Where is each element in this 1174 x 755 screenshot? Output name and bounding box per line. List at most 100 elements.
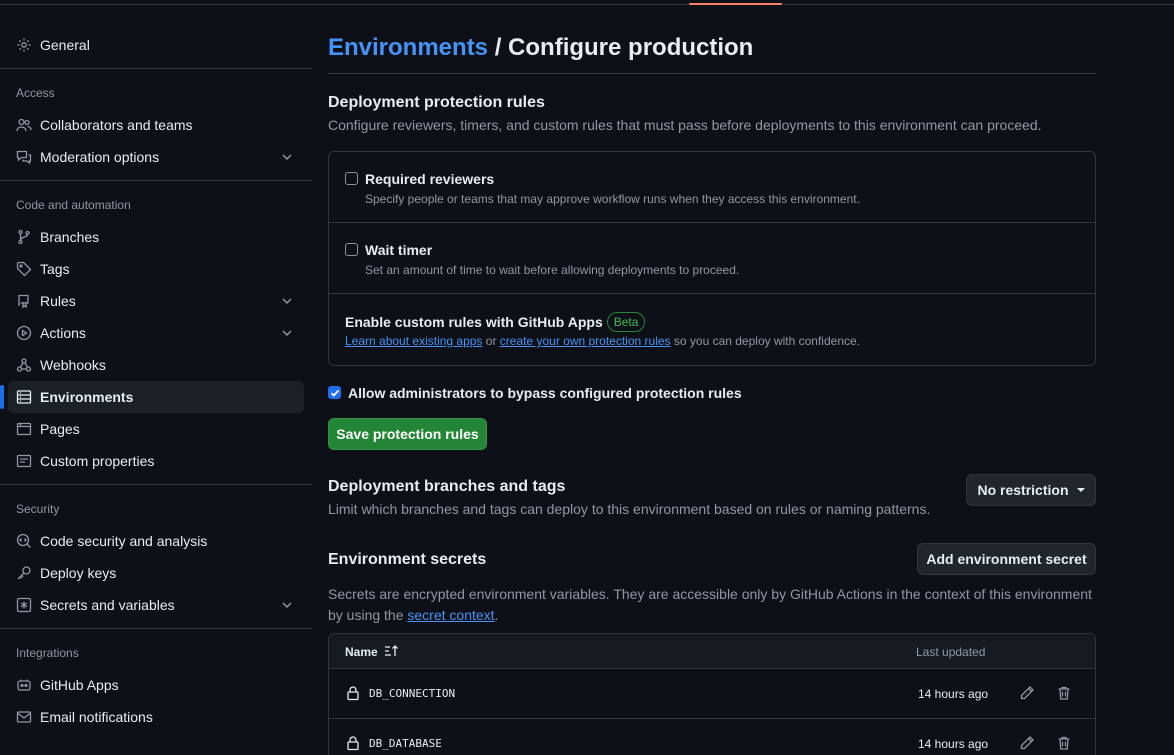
sidebar-item-rules[interactable]: Rules xyxy=(8,285,304,317)
protection-rules-title: Deployment protection rules xyxy=(328,94,545,111)
sidebar-item-general[interactable]: General xyxy=(8,29,304,61)
add-environment-secret-button[interactable]: Add environment secret xyxy=(917,543,1096,575)
sidebar-item-label: Email notifications xyxy=(40,709,153,725)
wait-timer-checkbox[interactable] xyxy=(345,243,358,256)
title-divider xyxy=(328,73,1096,74)
secrets-description-line1: Secrets are encrypted environment variab… xyxy=(328,586,1092,602)
sidebar-item-label: GitHub Apps xyxy=(40,677,119,693)
sidebar-divider xyxy=(0,484,312,485)
sidebar-item-label: Tags xyxy=(40,261,70,277)
sidebar-item-label: Environments xyxy=(40,389,134,405)
sidebar-item-label: Secrets and variables xyxy=(40,597,175,613)
sidebar-item-environments[interactable]: Environments xyxy=(0,381,304,413)
sidebar-item-label: Deploy keys xyxy=(40,565,117,581)
sidebar-item-label: Webhooks xyxy=(40,357,106,373)
sidebar-divider xyxy=(0,68,312,69)
secrets-desc-prefix: by using the xyxy=(328,607,408,623)
branch-restriction-dropdown[interactable]: No restriction xyxy=(966,474,1096,506)
triangle-down-icon xyxy=(1076,488,1085,492)
secret-context-link[interactable]: secret context xyxy=(407,607,494,623)
secrets-table: Name Last updated DB_CONNECTION 14 hours… xyxy=(328,633,1096,755)
deployment-branches-description: Limit which branches and tags can deploy… xyxy=(328,501,931,517)
wait-timer-description: Set an amount of time to wait before all… xyxy=(365,263,740,277)
custom-rules-suffix: so you can deploy with confidence. xyxy=(670,334,860,348)
sidebar-item-label: Code security and analysis xyxy=(40,533,208,549)
sort-asc-icon xyxy=(384,645,398,656)
chevron-down-icon xyxy=(282,298,292,305)
secret-last-updated: 14 hours ago xyxy=(918,737,989,751)
sidebar-item-moderation[interactable]: Moderation options xyxy=(8,141,304,173)
sidebar-item-label: Branches xyxy=(40,229,100,245)
secret-last-updated: 14 hours ago xyxy=(918,687,989,701)
pencil-icon[interactable] xyxy=(1019,685,1035,701)
breadcrumb-separator: / xyxy=(488,34,509,61)
sidebar-item-pages[interactable]: Pages xyxy=(8,413,304,445)
settings-sidebar: General Access Collaborators and teams M… xyxy=(0,0,312,755)
protection-rules-description: Configure reviewers, timers, and custom … xyxy=(328,117,1042,133)
section-title-security: Security xyxy=(16,502,60,516)
page-title-text: Configure production xyxy=(508,34,754,61)
sidebar-item-tags[interactable]: Tags xyxy=(8,253,304,285)
sidebar-item-github-apps[interactable]: GitHub Apps xyxy=(8,669,304,701)
sidebar-divider xyxy=(0,180,312,181)
required-reviewers-label[interactable]: Required reviewers xyxy=(365,171,494,187)
browser-icon xyxy=(16,421,32,437)
required-reviewers-checkbox[interactable] xyxy=(345,172,358,185)
note-icon xyxy=(16,453,32,469)
asterisk-box-icon xyxy=(16,597,32,613)
custom-rules-label-text: Enable custom rules with GitHub Apps xyxy=(345,314,603,330)
wait-timer-label[interactable]: Wait timer xyxy=(365,242,432,258)
sidebar-item-deploy-keys[interactable]: Deploy keys xyxy=(8,557,304,589)
create-protection-rules-link[interactable]: create your own protection rules xyxy=(500,334,671,348)
secret-name: DB_CONNECTION xyxy=(369,687,456,700)
sidebar-item-label: General xyxy=(40,37,90,53)
column-header-name[interactable]: Name xyxy=(345,645,400,659)
sidebar-item-webhooks[interactable]: Webhooks xyxy=(8,349,304,381)
secrets-desc-suffix: . xyxy=(494,607,499,623)
repo-push-icon xyxy=(16,293,32,309)
sidebar-item-label: Rules xyxy=(40,293,76,309)
chevron-down-icon xyxy=(282,602,292,609)
mail-icon xyxy=(16,709,32,725)
sidebar-item-code-security[interactable]: Code security and analysis xyxy=(8,525,304,557)
key-icon xyxy=(16,565,32,581)
column-header-last-updated: Last updated xyxy=(916,645,986,659)
sidebar-item-label: Collaborators and teams xyxy=(40,117,193,133)
pencil-icon[interactable] xyxy=(1019,735,1035,751)
sidebar-item-email[interactable]: Email notifications xyxy=(8,701,304,733)
active-tab-underline xyxy=(689,3,782,5)
or-text: or xyxy=(482,334,500,348)
learn-existing-apps-link[interactable]: Learn about existing apps xyxy=(345,334,482,348)
sidebar-item-actions[interactable]: Actions xyxy=(8,317,304,349)
beta-badge: Beta xyxy=(606,312,646,332)
trash-icon[interactable] xyxy=(1056,735,1072,751)
sidebar-item-label: Pages xyxy=(40,421,80,437)
sidebar-item-label: Custom properties xyxy=(40,453,155,469)
trash-icon[interactable] xyxy=(1056,685,1072,701)
breadcrumb-environments-link[interactable]: Environments xyxy=(328,34,488,61)
gear-icon xyxy=(16,37,32,53)
git-branch-icon xyxy=(16,229,32,245)
sidebar-item-branches[interactable]: Branches xyxy=(8,221,304,253)
column-name-label: Name xyxy=(345,645,378,659)
secret-name: DB_DATABASE xyxy=(369,737,442,750)
custom-rules-description: Learn about existing apps or create your… xyxy=(345,334,860,348)
sidebar-divider xyxy=(0,628,312,629)
sidebar-item-collaborators[interactable]: Collaborators and teams xyxy=(8,109,304,141)
custom-rules-label: Enable custom rules with GitHub Apps Beta xyxy=(345,312,646,332)
chevron-down-icon xyxy=(282,154,292,161)
chevron-down-icon xyxy=(282,330,292,337)
page-title: Environments / Configure production xyxy=(328,34,753,62)
lock-icon xyxy=(347,686,359,701)
deployment-branches-title: Deployment branches and tags xyxy=(328,478,566,495)
save-protection-rules-button[interactable]: Save protection rules xyxy=(328,418,487,450)
sidebar-item-custom-properties[interactable]: Custom properties xyxy=(8,445,304,477)
apps-icon xyxy=(16,677,32,693)
bypass-label[interactable]: Allow administrators to bypass configure… xyxy=(348,385,742,401)
section-title-access: Access xyxy=(16,86,55,100)
bypass-checkbox[interactable] xyxy=(328,386,341,399)
play-icon xyxy=(16,325,32,341)
codescan-icon xyxy=(16,533,32,549)
sidebar-item-secrets[interactable]: Secrets and variables xyxy=(8,589,304,621)
custom-rules-row: Enable custom rules with GitHub Apps Beta… xyxy=(329,293,1095,365)
